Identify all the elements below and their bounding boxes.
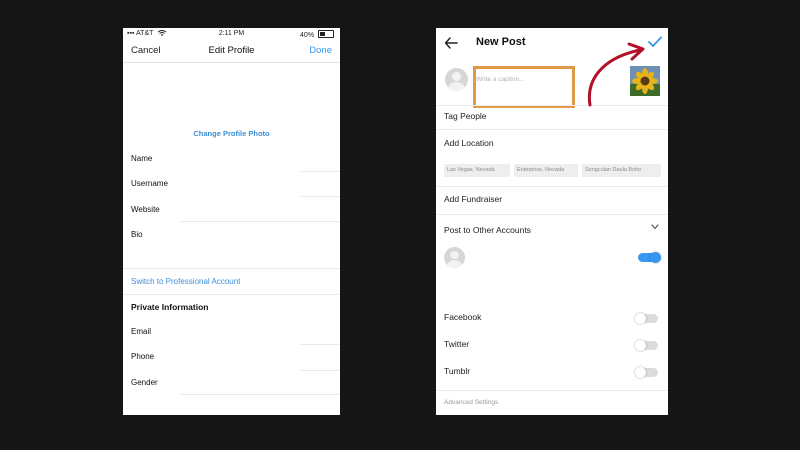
name-field-label: Name [131, 154, 153, 163]
switch-professional-link[interactable]: Switch to Professional Account [131, 277, 240, 286]
divider [436, 129, 668, 130]
gender-field-divider [181, 394, 340, 395]
name-field-divider [301, 171, 340, 172]
share-check-icon[interactable] [648, 36, 662, 48]
tumblr-toggle[interactable] [635, 367, 658, 378]
user-avatar [445, 68, 468, 91]
edit-profile-screen: ▪▪▪ AT&T 2:11 PM 40% Cancel Edit Profile… [123, 28, 340, 415]
divider [436, 186, 668, 187]
private-info-heading: Private Information [131, 302, 209, 312]
toggle-knob [635, 340, 646, 351]
change-profile-photo-link[interactable]: Change Profile Photo [123, 129, 340, 138]
section-divider [123, 294, 340, 295]
toggle-knob [650, 252, 661, 263]
twitter-toggle[interactable] [635, 340, 658, 351]
facebook-toggle[interactable] [635, 313, 658, 324]
annotation-arrow-icon [587, 42, 645, 107]
location-suggestion-chip[interactable]: Enterprise, Nevada [514, 164, 578, 177]
add-fundraiser-row[interactable]: Add Fundraiser [444, 194, 502, 204]
toggle-knob [635, 367, 646, 378]
status-bar: ▪▪▪ AT&T 2:11 PM 40% [123, 28, 340, 40]
back-arrow-icon[interactable] [444, 36, 458, 50]
username-field-divider [301, 196, 340, 197]
page-title: Edit Profile [208, 45, 255, 56]
edit-profile-navbar: Cancel Edit Profile Done [123, 40, 340, 63]
gender-field-label: Gender [131, 378, 158, 387]
divider [436, 390, 668, 391]
other-account-avatar [444, 247, 465, 268]
add-location-row[interactable]: Add Location [444, 138, 494, 148]
page-title: New Post [476, 36, 526, 48]
website-field-divider [181, 221, 340, 222]
email-field-divider [301, 344, 340, 345]
bio-field-label: Bio [131, 230, 143, 239]
phone-field-divider [301, 370, 340, 371]
toggle-knob [635, 313, 646, 324]
phone-field-label: Phone [131, 352, 155, 361]
section-divider [123, 268, 340, 269]
advanced-settings-link[interactable]: Advanced Settings [444, 399, 498, 406]
tumblr-row-label: Tumblr [444, 366, 471, 376]
location-suggestion-chip[interactable]: Las Vegas, Nevada [444, 164, 510, 177]
tag-people-row[interactable]: Tag People [444, 111, 487, 121]
caption-input[interactable]: Write a caption... [476, 76, 525, 83]
status-battery: 40% [300, 30, 334, 39]
location-suggestion-chip[interactable]: Songculan Daula Boho [582, 164, 661, 177]
website-field-label: Website [131, 205, 160, 214]
twitter-row-label: Twitter [444, 339, 470, 349]
email-field-label: Email [131, 327, 152, 336]
other-account-toggle[interactable] [638, 252, 661, 263]
facebook-row-label: Facebook [444, 312, 482, 322]
post-to-other-accounts-row[interactable]: Post to Other Accounts [444, 225, 531, 235]
done-button[interactable]: Done [309, 45, 332, 56]
battery-icon [318, 30, 334, 38]
caption-highlight-box [473, 66, 575, 108]
chevron-down-icon[interactable] [651, 224, 659, 230]
username-field-label: Username [131, 179, 168, 188]
divider [436, 214, 668, 215]
